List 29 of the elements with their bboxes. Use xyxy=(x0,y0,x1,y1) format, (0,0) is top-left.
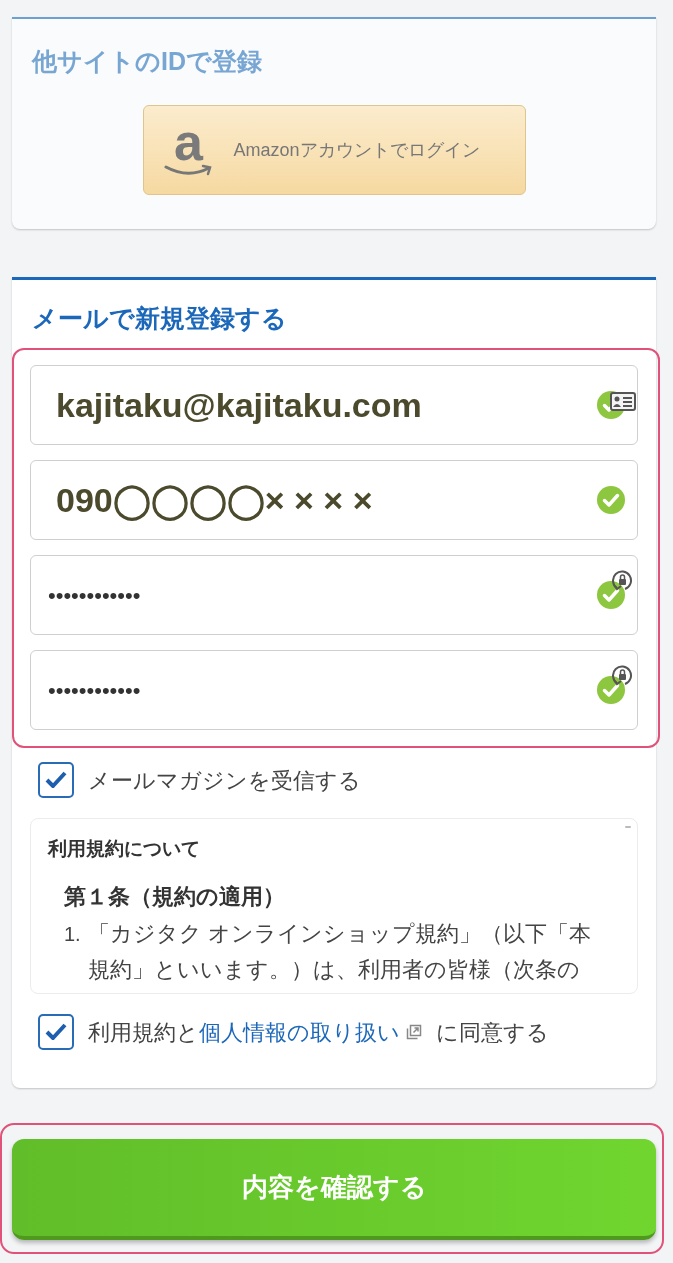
checkbox[interactable] xyxy=(38,762,74,798)
field-value: •••••••••••• xyxy=(47,676,141,705)
scrollbar-thumb[interactable] xyxy=(625,826,631,828)
field-value: •••••••••••• xyxy=(47,581,141,610)
input-field[interactable]: kajitaku@kajitaku.com xyxy=(30,365,638,445)
agree-text: 利用規約と 個人情報の取り扱い に同意する xyxy=(88,1015,549,1049)
external-link-icon xyxy=(406,1024,422,1040)
checkbox[interactable] xyxy=(38,1014,74,1050)
section-title: 他サイトのIDで登録 xyxy=(32,46,262,77)
field-value: 090◯◯◯◯× × × × xyxy=(55,479,373,523)
checkbox-label: メールマガジンを受信する xyxy=(88,766,361,795)
article-heading: 第１条（規約の適用） xyxy=(64,883,286,911)
field-value: kajitaku@kajitaku.com xyxy=(55,384,422,426)
privacy-link[interactable]: 個人情報の取り扱い xyxy=(199,1015,400,1049)
section-title: メールで新規登録する xyxy=(32,303,288,334)
check-icon xyxy=(45,1023,67,1041)
contact-card-icon xyxy=(610,392,636,411)
smile-arrow-icon xyxy=(163,164,214,178)
amazon-login-button[interactable]: a Amazonアカウントでログイン xyxy=(142,105,526,195)
list-number: 1. xyxy=(64,922,82,947)
input-field[interactable]: •••••••••••• xyxy=(30,650,638,730)
input-field[interactable]: 090◯◯◯◯× × × × xyxy=(30,460,638,540)
lock-icon xyxy=(611,664,633,688)
input-field[interactable]: •••••••••••• xyxy=(30,555,638,635)
lock-icon xyxy=(611,569,633,593)
logo-letter: a xyxy=(174,122,203,162)
terms-paragraph: 「カジタク オンラインショップ規約」（以下「本 規約」といいます。）は、利用者の皆様（次条の xyxy=(88,920,592,984)
check-icon xyxy=(45,771,67,789)
terms-title: 利用規約について xyxy=(48,837,201,861)
